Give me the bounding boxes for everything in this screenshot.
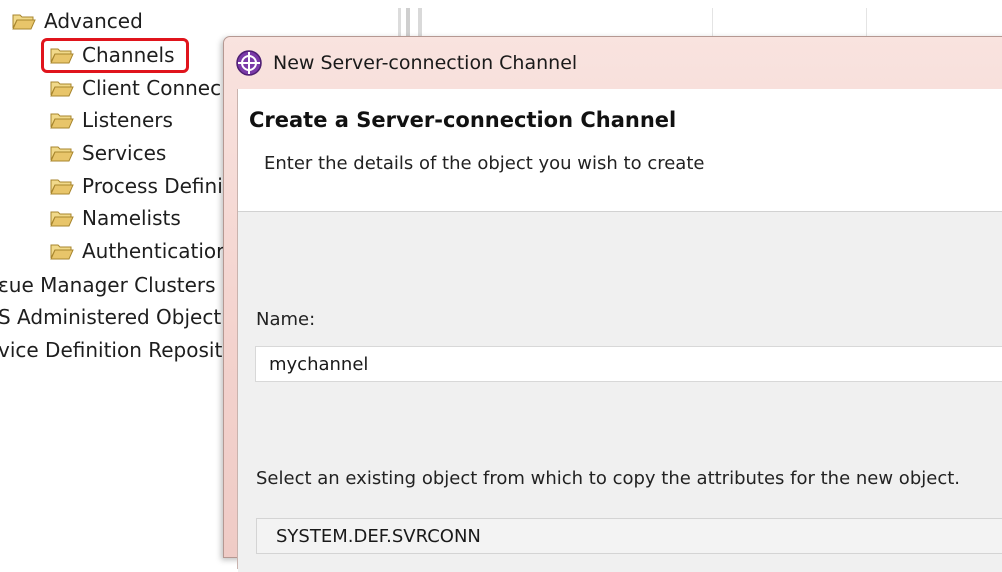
tree-item-service-definition-repositories[interactable]: vice Definition Reposit [0, 335, 222, 365]
tree-item-label: Advanced [44, 9, 143, 33]
folder-open-icon [12, 12, 36, 30]
tree-item-label: Services [82, 141, 167, 165]
tree-item-services[interactable]: Services [50, 138, 166, 168]
wizard-description: Enter the details of the object you wish… [264, 153, 705, 174]
tree-item-label: vice Definition Reposit [0, 338, 223, 362]
copy-from-object-value: SYSTEM.DEF.SVRCONN [276, 525, 481, 547]
background-toolbar-fragment [398, 8, 440, 38]
name-label: Name: [256, 309, 316, 330]
tree-item-listeners[interactable]: Listeners [50, 105, 173, 135]
tree-item-process-definitions[interactable]: Process Defini [50, 171, 223, 201]
tree-item-label: Client Connec [82, 76, 222, 100]
wizard-content: Name: Select an existing object from whi… [238, 212, 1002, 572]
background-divider [712, 8, 713, 36]
folder-open-icon [50, 111, 74, 129]
folder-open-icon [50, 79, 74, 97]
folder-open-icon [50, 144, 74, 162]
tree-item-label: Namelists [82, 206, 181, 230]
selection-highlight [41, 38, 189, 73]
tree-item-label: S Administered Object [0, 305, 222, 329]
tree-item-client-connections[interactable]: Client Connec [50, 73, 221, 103]
tree-item-namelists[interactable]: Namelists [50, 203, 181, 233]
tree-item-label: Listeners [82, 108, 173, 132]
copy-from-label: Select an existing object from which to … [256, 468, 960, 489]
wizard-title: Create a Server-connection Channel [249, 108, 677, 132]
tree-item-advanced[interactable]: Advanced [12, 6, 143, 36]
new-channel-dialog: New Server-connection Channel Create a S… [223, 36, 1002, 572]
dialog-body: Create a Server-connection Channel Enter… [237, 89, 1002, 572]
copy-from-object-field[interactable]: SYSTEM.DEF.SVRCONN [256, 518, 1002, 554]
folder-open-icon [50, 177, 74, 195]
tree-item-authentication[interactable]: Authenticatior [50, 236, 224, 266]
tree-item-queue-manager-clusters[interactable]: ɛue Manager Clusters [0, 270, 216, 300]
dialog-title: New Server-connection Channel [273, 52, 578, 74]
tree-item-label: Process Defini [82, 174, 223, 198]
background-divider [866, 8, 867, 36]
tree-item-jms-administered-objects[interactable]: S Administered Object [0, 302, 221, 332]
ibm-mq-explorer-icon [235, 49, 263, 77]
dialog-title-bar[interactable]: New Server-connection Channel [224, 37, 1002, 89]
tree-item-label: ɛue Manager Clusters [0, 273, 216, 297]
tree-item-label: Authenticatior [82, 239, 225, 263]
folder-open-icon [50, 242, 74, 260]
folder-open-icon [50, 209, 74, 227]
wizard-header: Create a Server-connection Channel Enter… [238, 89, 1002, 212]
name-input[interactable] [255, 346, 1002, 382]
